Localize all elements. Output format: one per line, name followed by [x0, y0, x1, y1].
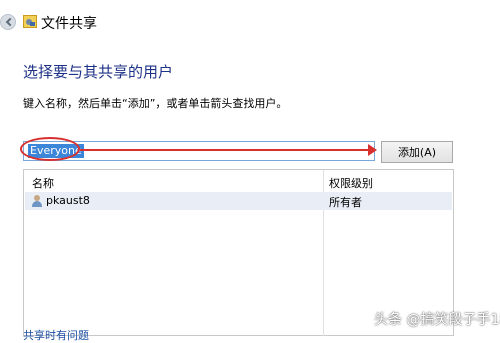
annotation-ellipse	[20, 137, 80, 161]
watermark: 头条 @搞笑段子手18	[374, 312, 500, 328]
annotation-arrow	[80, 149, 370, 151]
window-title: 文件共享	[41, 16, 97, 32]
help-link[interactable]: 共享时有问题	[23, 327, 89, 343]
title-bar: 文件共享	[0, 0, 500, 40]
page-heading: 选择要与其共享的用户	[23, 63, 174, 81]
annotation-arrow-head	[368, 144, 377, 156]
instruction-text: 键入名称，然后单击“添加”，或者单击箭头查找用户。	[23, 97, 288, 110]
column-header-permission[interactable]: 权限级别	[329, 175, 373, 191]
user-name: pkaust8	[46, 194, 90, 207]
file-sharing-icon	[23, 15, 37, 28]
add-button[interactable]: 添加(A)	[381, 141, 453, 163]
column-header-name[interactable]: 名称	[32, 175, 54, 191]
back-arrow-icon[interactable]	[0, 14, 16, 30]
user-icon	[32, 195, 42, 207]
permission-level[interactable]: 所有者	[329, 194, 362, 210]
list-item[interactable]: pkaust8 所有者	[25, 192, 452, 210]
